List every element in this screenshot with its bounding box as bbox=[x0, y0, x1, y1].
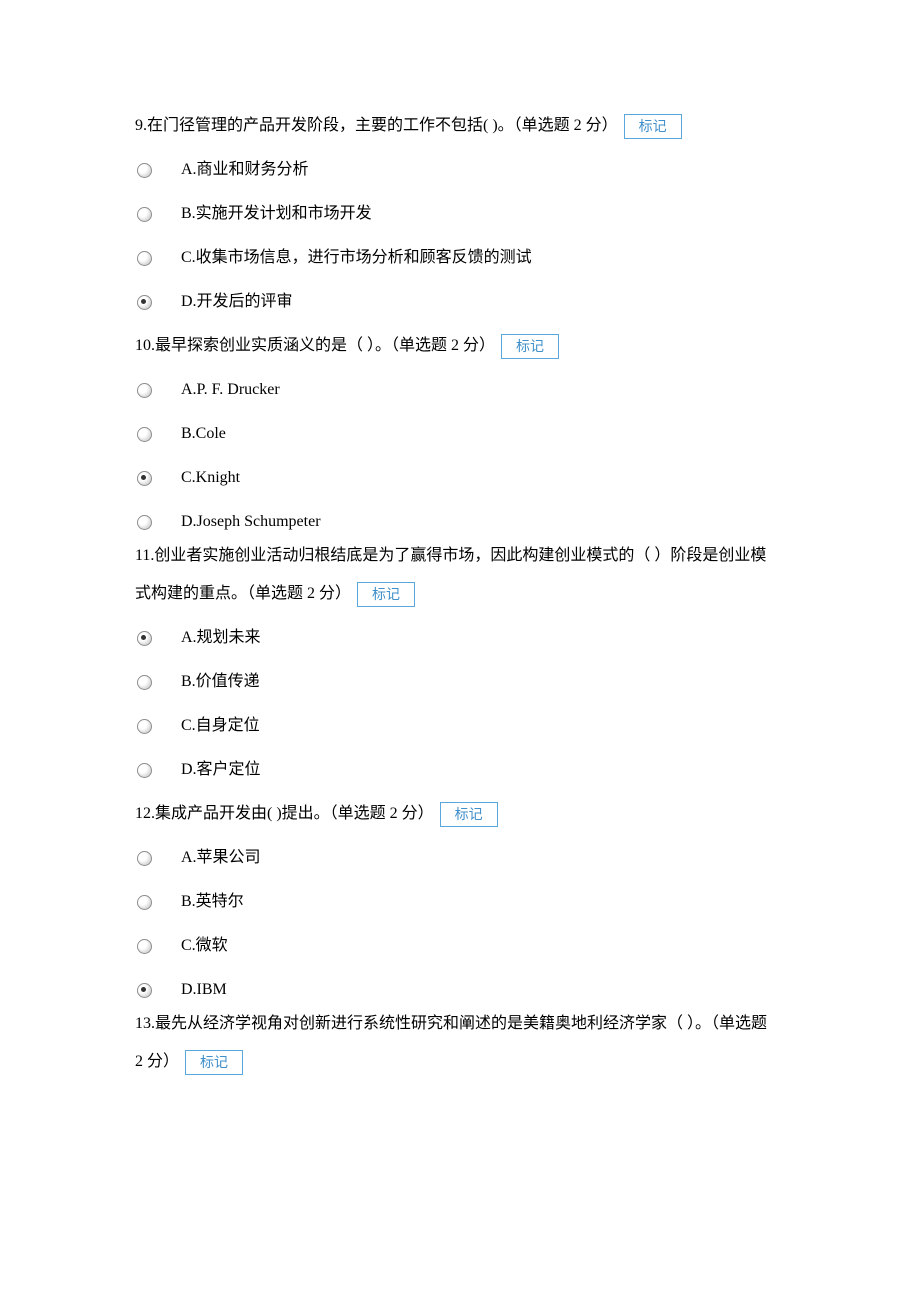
mark-button[interactable]: 标记 bbox=[185, 1050, 243, 1075]
option-text: A.苹果公司 bbox=[181, 842, 261, 874]
radio-icon[interactable] bbox=[137, 719, 152, 734]
radio-wrap bbox=[135, 983, 181, 998]
radio-icon-selected[interactable] bbox=[137, 983, 152, 998]
mark-button[interactable]: 标记 bbox=[440, 802, 498, 827]
option-text: C.微软 bbox=[181, 930, 228, 962]
option-text: D.开发后的评审 bbox=[181, 286, 293, 318]
question-13-text-line1: 13.最先从经济学视角对创新进行系统性研究和阐述的是美籍奥地利经济学家（ ）。（… bbox=[135, 1008, 785, 1040]
radio-wrap bbox=[135, 851, 181, 866]
question-9-option-d[interactable]: D.开发后的评审 bbox=[135, 286, 785, 318]
radio-icon[interactable] bbox=[137, 515, 152, 530]
radio-wrap bbox=[135, 207, 181, 222]
question-10-option-d[interactable]: D.Joseph Schumpeter bbox=[135, 506, 785, 538]
option-text: B.价值传递 bbox=[181, 666, 260, 698]
question-12-text: 12.集成产品开发由( )提出。（单选题 2 分） bbox=[135, 805, 434, 822]
question-13-text-line2: 2 分） 标记 bbox=[135, 1046, 785, 1078]
option-text: D.IBM bbox=[181, 974, 227, 1006]
radio-wrap bbox=[135, 295, 181, 310]
question-10-text: 10.最早探索创业实质涵义的是（ ）。（单选题 2 分） bbox=[135, 337, 495, 354]
question-12-option-c[interactable]: C.微软 bbox=[135, 930, 785, 962]
question-13: 13.最先从经济学视角对创新进行系统性研究和阐述的是美籍奥地利经济学家（ ）。（… bbox=[135, 1008, 785, 1078]
question-9-text-row: 9.在门径管理的产品开发阶段，主要的工作不包括( )。（单选题 2 分） 标记 bbox=[135, 110, 785, 142]
question-13-text-part1: 13.最先从经济学视角对创新进行系统性研究和阐述的是美籍奥地利经济学家（ ）。（… bbox=[135, 1015, 767, 1032]
option-text: A.P. F. Drucker bbox=[181, 374, 280, 406]
question-12-option-a[interactable]: A.苹果公司 bbox=[135, 842, 785, 874]
radio-wrap bbox=[135, 471, 181, 486]
question-10-text-row: 10.最早探索创业实质涵义的是（ ）。（单选题 2 分） 标记 bbox=[135, 330, 785, 362]
radio-icon[interactable] bbox=[137, 207, 152, 222]
mark-button[interactable]: 标记 bbox=[357, 582, 415, 607]
question-11-text-line1: 11.创业者实施创业活动归根结底是为了赢得市场，因此构建创业模式的（ ）阶段是创… bbox=[135, 540, 785, 572]
radio-icon[interactable] bbox=[137, 939, 152, 954]
question-11-option-c[interactable]: C.自身定位 bbox=[135, 710, 785, 742]
option-text: B.实施开发计划和市场开发 bbox=[181, 198, 372, 230]
option-text: D.Joseph Schumpeter bbox=[181, 506, 321, 538]
mark-button[interactable]: 标记 bbox=[501, 334, 559, 359]
mark-button[interactable]: 标记 bbox=[624, 114, 682, 139]
radio-wrap bbox=[135, 763, 181, 778]
question-13-text-part2: 2 分） bbox=[135, 1053, 179, 1070]
question-11-option-a[interactable]: A.规划未来 bbox=[135, 622, 785, 654]
radio-icon[interactable] bbox=[137, 851, 152, 866]
radio-icon[interactable] bbox=[137, 675, 152, 690]
option-text: B.英特尔 bbox=[181, 886, 244, 918]
question-12-option-d[interactable]: D.IBM bbox=[135, 974, 785, 1006]
radio-icon-selected[interactable] bbox=[137, 295, 152, 310]
question-10-option-a[interactable]: A.P. F. Drucker bbox=[135, 374, 785, 406]
page-content: 9.在门径管理的产品开发阶段，主要的工作不包括( )。（单选题 2 分） 标记 … bbox=[0, 0, 920, 1302]
question-11-option-d[interactable]: D.客户定位 bbox=[135, 754, 785, 786]
question-9: 9.在门径管理的产品开发阶段，主要的工作不包括( )。（单选题 2 分） 标记 … bbox=[135, 110, 785, 318]
question-11: 11.创业者实施创业活动归根结底是为了赢得市场，因此构建创业模式的（ ）阶段是创… bbox=[135, 540, 785, 786]
radio-icon[interactable] bbox=[137, 763, 152, 778]
radio-icon[interactable] bbox=[137, 383, 152, 398]
radio-wrap bbox=[135, 383, 181, 398]
radio-icon-selected[interactable] bbox=[137, 631, 152, 646]
radio-icon[interactable] bbox=[137, 895, 152, 910]
radio-wrap bbox=[135, 895, 181, 910]
radio-icon[interactable] bbox=[137, 427, 152, 442]
radio-wrap bbox=[135, 427, 181, 442]
radio-wrap bbox=[135, 675, 181, 690]
option-text: C.自身定位 bbox=[181, 710, 260, 742]
radio-icon[interactable] bbox=[137, 251, 152, 266]
option-text: A.规划未来 bbox=[181, 622, 261, 654]
option-text: B.Cole bbox=[181, 418, 226, 450]
question-12-text-row: 12.集成产品开发由( )提出。（单选题 2 分） 标记 bbox=[135, 798, 785, 830]
option-text: A.商业和财务分析 bbox=[181, 154, 309, 186]
question-12: 12.集成产品开发由( )提出。（单选题 2 分） 标记 A.苹果公司 B.英特… bbox=[135, 798, 785, 1006]
option-text: D.客户定位 bbox=[181, 754, 261, 786]
question-9-option-b[interactable]: B.实施开发计划和市场开发 bbox=[135, 198, 785, 230]
radio-wrap bbox=[135, 515, 181, 530]
question-12-option-b[interactable]: B.英特尔 bbox=[135, 886, 785, 918]
question-10-option-b[interactable]: B.Cole bbox=[135, 418, 785, 450]
radio-icon[interactable] bbox=[137, 163, 152, 178]
question-9-text: 9.在门径管理的产品开发阶段，主要的工作不包括( )。（单选题 2 分） bbox=[135, 117, 618, 134]
option-text: C.Knight bbox=[181, 462, 240, 494]
radio-icon-selected[interactable] bbox=[137, 471, 152, 486]
question-9-option-c[interactable]: C.收集市场信息，进行市场分析和顾客反馈的测试 bbox=[135, 242, 785, 274]
radio-wrap bbox=[135, 163, 181, 178]
radio-wrap bbox=[135, 631, 181, 646]
question-9-option-a[interactable]: A.商业和财务分析 bbox=[135, 154, 785, 186]
question-11-option-b[interactable]: B.价值传递 bbox=[135, 666, 785, 698]
question-11-text-line2: 式构建的重点。（单选题 2 分） 标记 bbox=[135, 578, 785, 610]
radio-wrap bbox=[135, 719, 181, 734]
question-11-text-part1: 11.创业者实施创业活动归根结底是为了赢得市场，因此构建创业模式的（ ）阶段是创… bbox=[135, 547, 766, 564]
option-text: C.收集市场信息，进行市场分析和顾客反馈的测试 bbox=[181, 242, 532, 274]
radio-wrap bbox=[135, 939, 181, 954]
radio-wrap bbox=[135, 251, 181, 266]
question-11-text-part2: 式构建的重点。（单选题 2 分） bbox=[135, 585, 351, 602]
question-10: 10.最早探索创业实质涵义的是（ ）。（单选题 2 分） 标记 A.P. F. … bbox=[135, 330, 785, 538]
question-10-option-c[interactable]: C.Knight bbox=[135, 462, 785, 494]
